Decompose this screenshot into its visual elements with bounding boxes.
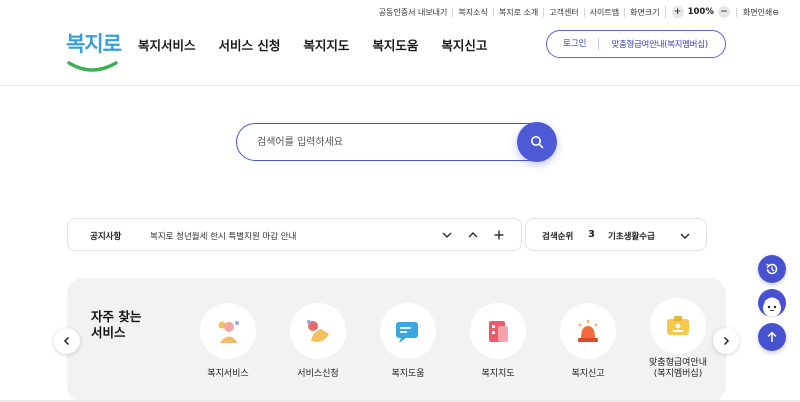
login-button[interactable]: 로그인 [547, 38, 600, 50]
service-item-report[interactable]: 복지신고 [543, 303, 633, 379]
service-item-map[interactable]: 복지지도 [453, 303, 543, 379]
plus-icon [494, 230, 504, 240]
zoom-in-button[interactable]: + [671, 6, 684, 18]
service-label: 복지서비스 [207, 369, 249, 379]
service-item-welfare[interactable]: 복지서비스 [183, 303, 273, 379]
chevron-left-icon [63, 336, 70, 346]
nav-welfare-report[interactable]: 복지신고 [441, 35, 487, 54]
building-icon [489, 321, 508, 342]
service-label: 복지지도 [481, 369, 515, 379]
search-button[interactable] [517, 122, 557, 162]
util-screen-size-label: 화면크기 [624, 7, 664, 17]
service-item-custom[interactable]: 맞춤형급여안내 (복지멤버십) [633, 298, 723, 379]
notice-controls [440, 228, 506, 242]
service-label: 복지도움 [391, 369, 425, 379]
notice-label: 공지사항 [90, 232, 122, 242]
scroll-top-button[interactable] [758, 323, 786, 351]
person-coin-icon [218, 321, 239, 343]
zoom-control: + 100% − [664, 6, 736, 18]
util-about[interactable]: 복지로 소개 [492, 7, 543, 17]
rank-expand-button[interactable] [678, 228, 692, 247]
chevron-up-icon [468, 231, 478, 238]
notice-more-button[interactable] [492, 228, 506, 242]
recent-history-button[interactable] [758, 255, 786, 283]
search-rank-bar[interactable]: 검색순위 3 기초생활수급 [525, 218, 707, 251]
service-icon-circle [470, 303, 526, 359]
chevron-down-icon [680, 233, 690, 240]
notice-next-button[interactable] [440, 228, 454, 242]
nav-welfare-map[interactable]: 복지지도 [303, 35, 349, 54]
header-button-group: 로그인 맞춤형급여안내(복지멤버십) [546, 30, 726, 58]
siren-icon [578, 320, 598, 342]
header-divider [0, 85, 800, 86]
search-input[interactable] [257, 134, 497, 150]
history-icon [766, 263, 778, 275]
frequent-title-line2: 서비스 [91, 325, 126, 340]
arrow-up-icon [767, 331, 777, 342]
rank-term[interactable]: 기초생활수급 [608, 230, 655, 242]
notice-text[interactable]: 복지로 청년월세 한시 특별지원 마감 안내 [150, 230, 296, 242]
chatbot-mascot-icon [763, 297, 781, 317]
zoom-value: 100% [687, 7, 714, 17]
chat-bubble-icon [396, 322, 418, 343]
util-news[interactable]: 복지소식 [452, 7, 492, 17]
id-card-icon [667, 316, 689, 335]
util-customer-center[interactable]: 고객센터 [543, 7, 583, 17]
service-icon-circle [200, 303, 256, 359]
service-item-apply[interactable]: 서비스신청 [273, 303, 363, 379]
chevron-down-icon [442, 232, 452, 239]
service-icon-circle [560, 303, 616, 359]
carousel-prev-button[interactable] [54, 328, 80, 354]
main-nav: 복지서비스 서비스 신청 복지지도 복지도움 복지신고 [138, 35, 487, 54]
nav-welfare-help[interactable]: 복지도움 [372, 35, 418, 54]
service-label: 서비스신청 [297, 369, 339, 379]
service-icon-circle [380, 303, 436, 359]
custom-benefit-button[interactable]: 맞춤형급여안내(복지멤버십) [599, 38, 708, 50]
notice-prev-button[interactable] [466, 228, 480, 242]
util-cert-export[interactable]: 공동인증서 내보내기 [374, 8, 453, 17]
rank-label: 검색순위 [542, 232, 574, 242]
print-button[interactable]: 화면인쇄⊖ [735, 7, 784, 17]
frequent-title-line1: 자주 찾는 [91, 309, 142, 324]
service-label-line2: (복지멤버십) [653, 369, 703, 379]
service-label: 복지신고 [571, 369, 605, 379]
service-label-line1: 맞춤형급여안내 [649, 358, 707, 368]
site-logo[interactable]: 복지로 [64, 26, 122, 76]
search-icon [531, 136, 544, 149]
notice-bar: 공지사항 복지로 청년월세 한시 특별지원 마감 안내 [67, 218, 522, 251]
hand-ball-icon [307, 320, 329, 342]
util-sitemap[interactable]: 사이트맵 [583, 7, 624, 17]
nav-service-apply[interactable]: 서비스 신청 [219, 35, 281, 54]
search-box [236, 123, 552, 161]
rank-number: 3 [588, 229, 595, 240]
service-icon-circle [650, 298, 706, 354]
service-icon-circle [290, 303, 346, 359]
service-item-help[interactable]: 복지도움 [363, 303, 453, 379]
frequent-title: 자주 찾는 서비스 [91, 309, 141, 341]
logo-text: 복지로 [66, 32, 122, 56]
chatbot-button[interactable] [758, 289, 786, 317]
zoom-out-button[interactable]: − [717, 6, 730, 18]
logo-smile-icon [67, 61, 118, 72]
nav-welfare-service[interactable]: 복지서비스 [138, 35, 196, 54]
utility-bar: 공동인증서 내보내기 복지소식 복지로 소개 고객센터 사이트맵 화면크기 + … [374, 4, 784, 20]
